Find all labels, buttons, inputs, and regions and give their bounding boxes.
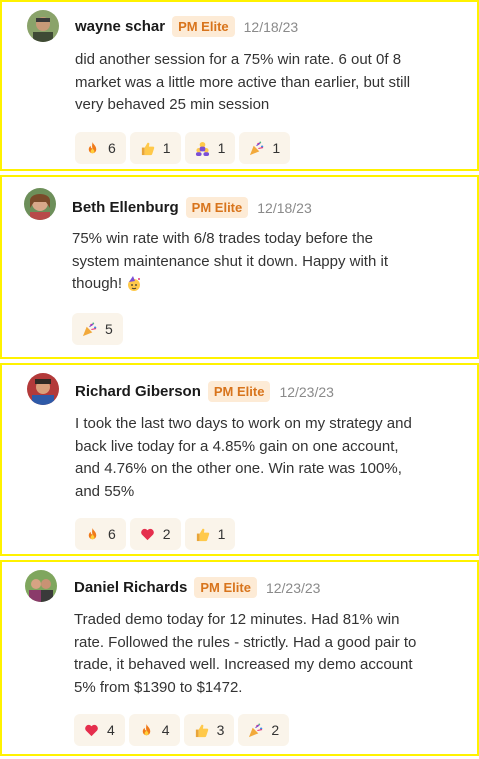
post-text-line: did another session for a 75% win rate. … bbox=[75, 51, 402, 68]
author-name[interactable]: Richard Giberson bbox=[75, 383, 201, 400]
post-card: Beth Ellenburg PM Elite 12/18/23 75% win… bbox=[0, 175, 479, 359]
reaction-count: 3 bbox=[216, 722, 225, 738]
reaction-party-popper[interactable]: 2 bbox=[238, 714, 290, 746]
membership-badge: PM Elite bbox=[185, 197, 249, 218]
post-text-line: 75% win rate with 6/8 trades today befor… bbox=[72, 230, 374, 247]
party-popper-icon bbox=[250, 140, 264, 155]
post-text-line: market was a little more active than ear… bbox=[75, 73, 411, 91]
heart-icon bbox=[85, 724, 98, 736]
reaction-fire[interactable]: 4 bbox=[128, 714, 180, 746]
post-body: 75% win rate with 6/8 trades today befor… bbox=[72, 228, 388, 296]
reaction-count: 6 bbox=[108, 526, 116, 542]
post-text-line: 5% from $1390 to $1472. bbox=[74, 678, 243, 696]
membership-badge: PM Elite bbox=[207, 381, 271, 402]
post-text-line: and 55% bbox=[75, 482, 135, 500]
post-date: 12/23/23 bbox=[265, 579, 321, 596]
avatar[interactable] bbox=[25, 570, 57, 602]
reaction-count: 1 bbox=[162, 140, 171, 156]
reaction-count: 5 bbox=[105, 321, 113, 337]
reaction-count: 1 bbox=[217, 526, 226, 542]
reaction-count: 4 bbox=[107, 722, 115, 738]
avatar[interactable] bbox=[24, 188, 56, 220]
reaction-heart[interactable]: 4 bbox=[74, 714, 125, 746]
fire-icon bbox=[142, 723, 151, 735]
reaction-people[interactable]: 1 bbox=[184, 132, 236, 164]
reaction-count: 6 bbox=[108, 140, 116, 156]
thumbs-up-icon bbox=[195, 724, 208, 737]
author-name[interactable]: wayne schar bbox=[75, 18, 165, 35]
reaction-count: 2 bbox=[271, 722, 280, 738]
post-date: 12/18/23 bbox=[257, 199, 312, 216]
avatar[interactable] bbox=[27, 10, 59, 42]
reaction-fire[interactable]: 6 bbox=[75, 518, 126, 550]
membership-badge: PM Elite bbox=[172, 16, 235, 37]
membership-badge: PM Elite bbox=[194, 577, 257, 598]
fire-icon bbox=[88, 141, 97, 153]
post-text-line: I took the last two days to work on my s… bbox=[75, 415, 412, 432]
reaction-thumbs-up[interactable]: 1 bbox=[184, 518, 236, 550]
reaction-bar: 6 1 1 1 bbox=[75, 132, 291, 164]
reaction-party-popper[interactable]: 5 bbox=[72, 313, 123, 345]
reaction-bar: 6 2 1 bbox=[75, 518, 236, 550]
reaction-count: 1 bbox=[272, 140, 281, 156]
heart-icon bbox=[140, 528, 154, 540]
party-face-icon bbox=[128, 276, 141, 292]
post-card: wayne schar PM Elite 12/18/23 did anothe… bbox=[0, 0, 479, 171]
post-body: did another session for a 75% win rate. … bbox=[75, 49, 410, 117]
post-body: Traded demo today for 12 minutes. Had 81… bbox=[74, 609, 416, 699]
post-text-line: back live today for a 4.85% gain on one … bbox=[75, 437, 399, 455]
post-card: Daniel Richards PM Elite 12/23/23 Traded… bbox=[0, 560, 479, 756]
reaction-fire[interactable]: 6 bbox=[75, 132, 126, 164]
author-name[interactable]: Daniel Richards bbox=[74, 579, 187, 596]
post-body: I took the last two days to work on my s… bbox=[75, 413, 412, 503]
reaction-count: 4 bbox=[161, 722, 170, 738]
reaction-bar: 4 4 3 2 bbox=[74, 714, 290, 746]
post-date: 12/18/23 bbox=[243, 18, 299, 35]
post-card: Richard Giberson PM Elite 12/23/23 I too… bbox=[0, 363, 479, 556]
post-text-line: very behaved 25 min session bbox=[75, 96, 270, 113]
post-text-line: and 4.76% on the other one. Win rate was… bbox=[75, 460, 402, 477]
post-text-line: Traded demo today for 12 minutes. Had 81… bbox=[74, 611, 400, 628]
reaction-party-popper[interactable]: 1 bbox=[239, 132, 291, 164]
reaction-heart[interactable]: 2 bbox=[129, 518, 181, 550]
reaction-thumbs-up[interactable]: 3 bbox=[183, 714, 235, 746]
author-name[interactable]: Beth Ellenburg bbox=[72, 199, 179, 216]
reaction-bar: 5 bbox=[72, 313, 123, 345]
post-date: 12/23/23 bbox=[279, 383, 334, 400]
fire-icon bbox=[88, 527, 97, 539]
post-text-line: though! bbox=[72, 273, 388, 296]
post-text-line: system maintenance shut it down. Happy w… bbox=[72, 252, 388, 270]
reaction-thumbs-up[interactable]: 1 bbox=[129, 132, 181, 164]
thumbs-up-icon bbox=[141, 142, 155, 155]
post-text-line: trade, it behaved well. Increased my dem… bbox=[74, 656, 413, 673]
reaction-count: 1 bbox=[217, 140, 226, 156]
party-popper-icon bbox=[82, 321, 97, 336]
party-popper-icon bbox=[249, 722, 263, 737]
post-text-line: rate. Followed the rules - strictly. Had… bbox=[74, 633, 417, 651]
thumbs-up-icon bbox=[196, 528, 209, 541]
avatar[interactable] bbox=[27, 373, 59, 405]
people-icon bbox=[195, 141, 209, 156]
reaction-count: 2 bbox=[162, 526, 171, 542]
